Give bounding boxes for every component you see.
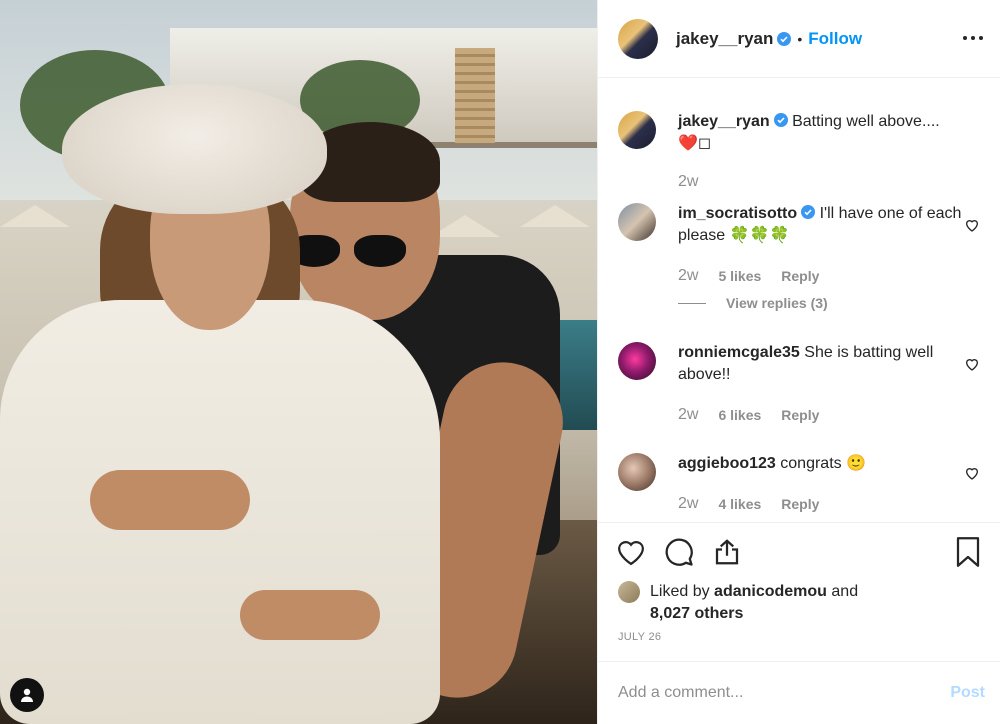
- post-date[interactable]: JULY 26: [618, 631, 661, 643]
- liker-username[interactable]: adanicodemou: [714, 583, 827, 600]
- verified-badge-icon: [773, 113, 788, 127]
- verified-badge-icon: [801, 205, 816, 219]
- tagged-users-icon[interactable]: [10, 678, 44, 712]
- reply-button[interactable]: Reply: [781, 407, 819, 423]
- comment-bubble-icon: [665, 538, 693, 566]
- photo-umbrella: [430, 215, 500, 237]
- comment-likes[interactable]: 6 likes: [718, 407, 761, 423]
- instagram-post-modal: jakey__ryan • Follow jakey__ryan Batting…: [0, 0, 1000, 724]
- likes-and: and: [831, 583, 859, 600]
- view-replies-line: [678, 302, 706, 304]
- liked-by: Liked by adanicodemou and 8,027 others: [618, 581, 858, 625]
- comment-button[interactable]: [664, 537, 694, 567]
- likes-prefix: Liked by: [650, 583, 710, 600]
- comment-time[interactable]: 2w: [678, 267, 698, 285]
- heart-icon: [617, 541, 645, 566]
- post-actions: Liked by adanicodemou and 8,027 others J…: [598, 522, 1000, 660]
- more-options-icon[interactable]: [961, 26, 985, 50]
- photo-sunglasses: [288, 235, 418, 271]
- caption-time[interactable]: 2w: [678, 173, 698, 191]
- comment-text: aggieboo123 congrats 🙂: [678, 453, 963, 475]
- share-button[interactable]: [712, 537, 742, 567]
- post-header: jakey__ryan • Follow: [598, 0, 1000, 78]
- share-icon: [715, 539, 739, 565]
- caption-avatar[interactable]: [618, 111, 656, 149]
- comment-body: congrats 🙂: [780, 455, 866, 472]
- comment-likes[interactable]: 4 likes: [718, 496, 761, 512]
- comment-meta: 2w 4 likes Reply: [678, 495, 819, 513]
- add-comment-input[interactable]: [618, 684, 951, 702]
- comment-time[interactable]: 2w: [678, 495, 698, 513]
- comment-meta: 2w 5 likes Reply: [678, 267, 819, 285]
- commenter-username[interactable]: ronniemcgale35: [678, 344, 800, 361]
- photo-hat: [62, 84, 327, 214]
- photo-umbrella: [0, 205, 70, 227]
- view-replies-button[interactable]: View replies (3): [678, 295, 828, 311]
- author-username[interactable]: jakey__ryan: [676, 29, 773, 49]
- likes-others[interactable]: 8,027 others: [650, 605, 743, 622]
- caption-emoji: ❤️◻: [678, 135, 712, 152]
- view-replies-label: View replies (3): [726, 295, 828, 311]
- commenter-avatar[interactable]: [618, 203, 656, 241]
- comment-text: ronniemcgale35 She is batting well above…: [678, 342, 963, 386]
- reply-button[interactable]: Reply: [781, 496, 819, 512]
- like-comment-heart-icon[interactable]: [964, 356, 980, 372]
- photo-hand: [90, 470, 250, 530]
- caption-body: Batting well above....: [792, 113, 940, 130]
- commenter-avatar[interactable]: [618, 453, 656, 491]
- author-info: jakey__ryan • Follow: [676, 29, 862, 49]
- comment-text: im_socratisotto I'll have one of each pl…: [678, 203, 963, 247]
- commenter-username[interactable]: aggieboo123: [678, 455, 776, 472]
- photo-umbrella: [520, 205, 590, 227]
- comments-list[interactable]: jakey__ryan Batting well above.... ❤️◻ 2…: [598, 79, 1000, 523]
- action-icons: [616, 537, 742, 567]
- caption-text: jakey__ryan Batting well above.... ❤️◻: [678, 111, 963, 155]
- comment-item: ronniemcgale35 She is batting well above…: [618, 342, 988, 432]
- comment-time[interactable]: 2w: [678, 406, 698, 424]
- photo-hand: [240, 590, 380, 640]
- comment-item: im_socratisotto I'll have one of each pl…: [618, 203, 988, 313]
- author-avatar[interactable]: [618, 18, 658, 59]
- liker-avatar[interactable]: [618, 581, 640, 603]
- post-comment-button[interactable]: Post: [950, 684, 985, 702]
- like-comment-heart-icon[interactable]: [964, 217, 980, 233]
- comment-likes[interactable]: 5 likes: [718, 268, 761, 284]
- commenter-avatar[interactable]: [618, 342, 656, 380]
- save-button[interactable]: [955, 537, 985, 567]
- likes-summary[interactable]: Liked by adanicodemou and 8,027 others: [650, 581, 858, 625]
- follow-button[interactable]: Follow: [808, 29, 862, 49]
- separator-dot: •: [797, 30, 803, 47]
- caption-meta: 2w: [678, 173, 698, 191]
- like-button[interactable]: [616, 537, 646, 567]
- reply-button[interactable]: Reply: [781, 268, 819, 284]
- bookmark-icon: [956, 537, 980, 567]
- comment-box: Post: [598, 661, 1000, 724]
- commenter-username[interactable]: im_socratisotto: [678, 205, 797, 222]
- comment-item: aggieboo123 congrats 🙂 2w 4 likes Reply: [618, 453, 988, 523]
- caption-row: jakey__ryan Batting well above.... ❤️◻ 2…: [618, 111, 988, 191]
- comment-meta: 2w 6 likes Reply: [678, 406, 819, 424]
- post-side-panel: jakey__ryan • Follow jakey__ryan Batting…: [597, 0, 1000, 724]
- post-photo[interactable]: [0, 0, 597, 724]
- like-comment-heart-icon[interactable]: [964, 465, 980, 481]
- person-icon: [21, 688, 33, 702]
- verified-badge-icon: [777, 31, 792, 46]
- caption-username[interactable]: jakey__ryan: [678, 113, 770, 130]
